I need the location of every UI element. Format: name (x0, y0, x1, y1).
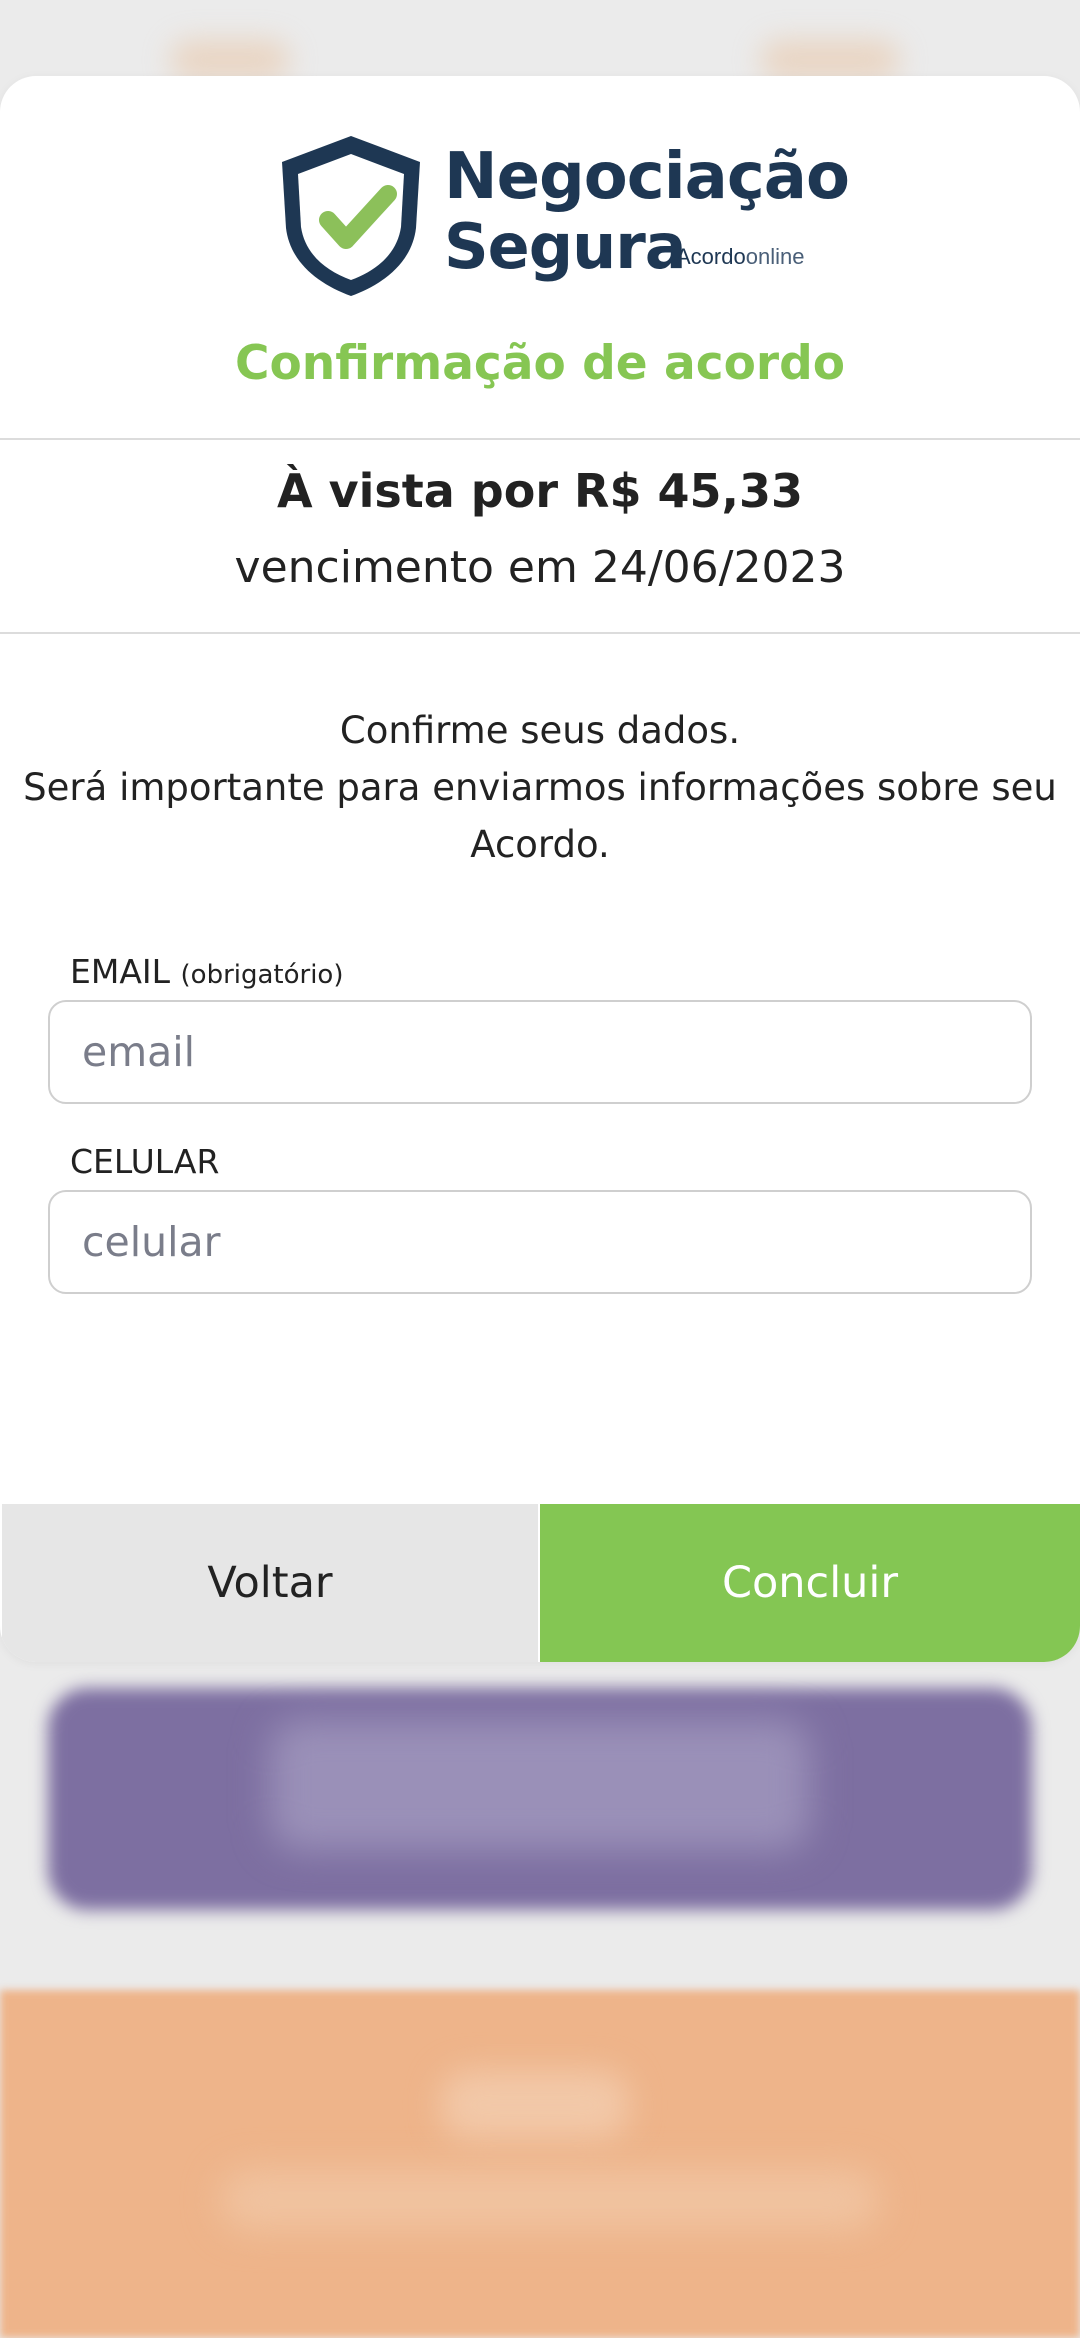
shield-check-icon (282, 136, 420, 296)
email-label-text: EMAIL (70, 952, 171, 991)
background-blur-shape (170, 40, 290, 80)
phone-label-text: CELULAR (70, 1142, 220, 1181)
background-blur-shape (760, 40, 900, 80)
email-required-hint: (obrigatório) (180, 960, 344, 990)
background-orange-section (0, 1990, 1080, 2338)
brand-subtitle-bold: Acordo (676, 244, 746, 269)
confirm-button[interactable]: Concluir (540, 1504, 1080, 1662)
info-line-1: Confirme seus dados. (339, 709, 741, 752)
brand-subtitle-light: online (745, 244, 805, 269)
divider (0, 438, 1080, 440)
email-field[interactable] (48, 1000, 1032, 1104)
background-purple-banner-inner (270, 1720, 810, 1850)
brand-name-line2: Segura (444, 210, 687, 283)
phone-field[interactable] (48, 1190, 1032, 1294)
brand-name-line1: Negociação (444, 140, 850, 214)
divider (0, 632, 1080, 634)
info-line-2: Será importante para enviarmos informaçõ… (23, 766, 1057, 866)
price-text: À vista por R$ 45,33 (277, 464, 803, 518)
confirmation-modal: Negociação Segura Acordoonline Confirmaç… (0, 76, 1080, 1662)
brand-logo: Negociação Segura Acordoonline (276, 132, 850, 302)
email-label: EMAIL (obrigatório) (70, 952, 344, 991)
info-text: Confirme seus dados. Será importante par… (20, 702, 1060, 873)
due-date-text: vencimento em 24/06/2023 (234, 542, 846, 593)
back-button[interactable]: Voltar (2, 1504, 538, 1662)
background-orange-shape (220, 2170, 880, 2230)
brand-subtitle: Acordoonline (676, 244, 804, 270)
background-orange-shape (440, 2070, 630, 2140)
phone-label: CELULAR (70, 1142, 219, 1181)
dialog-title: Confirmação de acordo (234, 336, 846, 391)
